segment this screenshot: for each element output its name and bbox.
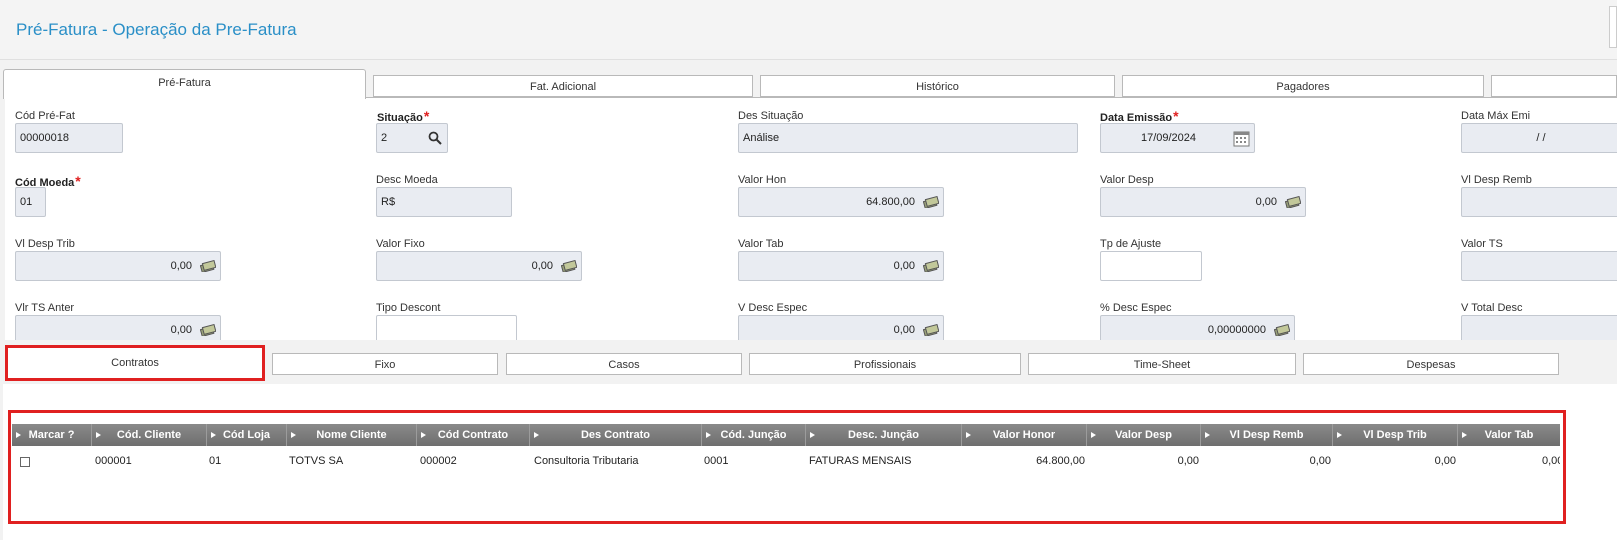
label-cod-prefat: Cód Pré-Fat [15,110,75,122]
v-desc-espec-field[interactable]: 0,00 [738,315,944,340]
valor-tab-field[interactable]: 0,00 [738,251,944,281]
label-vl-desp-remb: Vl Desp Remb [1461,174,1532,186]
situacao-field[interactable]: 2 [376,123,448,153]
tab-more[interactable] [1491,75,1617,97]
label-tp-ajuste: Tp de Ajuste [1100,238,1162,250]
valor-desp-value: 0,00 [1255,196,1277,208]
label-data-max-emi: Data Máx Emi [1461,110,1531,122]
label-situacao: Situação* [377,108,429,124]
vlr-ts-anter-field[interactable]: 0,00 [15,315,221,340]
vl-desp-remb-field[interactable] [1461,187,1617,217]
tab-time-sheet[interactable]: Time-Sheet [1028,353,1296,375]
required-marker: * [75,173,81,189]
tab-fixo[interactable]: Fixo [272,353,498,375]
tab-pagadores[interactable]: Pagadores [1122,75,1484,97]
valor-hon-value: 64.800,00 [866,196,915,208]
tab-historico[interactable]: Histórico [760,75,1115,97]
required-marker: * [1173,108,1179,124]
pct-desc-espec-value: 0,00000000 [1207,324,1266,336]
tab-casos[interactable]: Casos [506,353,742,375]
tab-despesas[interactable]: Despesas [1303,353,1559,375]
money-icon [200,260,216,272]
cod-prefat-field[interactable]: 00000018 [15,123,123,153]
tp-ajuste-field[interactable] [1100,251,1202,281]
label-valor-hon: Valor Hon [738,174,787,186]
money-icon [923,260,939,272]
tab-contratos[interactable]: Contratos [5,345,265,381]
pct-desc-espec-field[interactable]: 0,00000000 [1100,315,1295,340]
money-icon [1285,196,1301,208]
label-tipo-descont: Tipo Descont [376,302,441,314]
money-icon [923,196,939,208]
money-icon [1274,324,1290,336]
tab-fat-adicional[interactable]: Fat. Adicional [373,75,753,97]
label-valor-tab: Valor Tab [738,238,784,250]
data-max-emi-field[interactable]: / / [1461,123,1617,153]
des-situacao-field[interactable]: Análise [738,123,1078,153]
v-desc-espec-value: 0,00 [893,324,915,336]
data-emissao-field[interactable]: 17/09/2024 [1100,123,1255,153]
desc-moeda-field[interactable]: R$ [376,187,512,217]
grid-highlight-box [8,410,1566,524]
valor-fixo-value: 0,00 [531,260,553,272]
label-data-emissao: Data Emissão* [1100,108,1179,124]
form-panel: Cód Pré-Fat 00000018 Situação* 2 Des Sit… [5,97,1617,340]
valor-tab-value: 0,00 [893,260,915,272]
label-v-desc-espec: V Desc Espec [738,302,808,314]
v-total-desc-field[interactable] [1461,315,1617,340]
label-valor-fixo: Valor Fixo [376,238,425,250]
header-scrollbar[interactable] [1609,6,1617,48]
required-marker: * [423,108,430,124]
money-icon [561,260,577,272]
cod-moeda-field[interactable]: 01 [15,187,46,217]
calendar-icon[interactable] [1233,130,1250,147]
valor-fixo-field[interactable]: 0,00 [376,251,582,281]
valor-ts-field[interactable] [1461,251,1617,281]
app-window: Pré-Fatura - Operação da Pre-Fatura Pré-… [0,0,1617,540]
money-icon [923,324,939,336]
search-icon[interactable] [428,131,442,145]
label-des-situacao: Des Situação [738,110,804,122]
label-v-total-desc: V Total Desc [1461,302,1523,314]
tab-profissionais[interactable]: Profissionais [749,353,1021,375]
vlr-ts-anter-value: 0,00 [170,324,192,336]
money-icon [200,324,216,336]
label-desc-moeda: Desc Moeda [376,174,438,186]
page-header: Pré-Fatura - Operação da Pre-Fatura [0,0,1617,60]
data-emissao-value: 17/09/2024 [1140,132,1197,144]
tab-pre-fatura[interactable]: Pré-Fatura [3,69,366,99]
vl-desp-trib-value: 0,00 [170,260,192,272]
valor-hon-field[interactable]: 64.800,00 [738,187,944,217]
label-pct-desc-espec: % Desc Espec [1100,302,1172,314]
label-vlr-ts-anter: Vlr TS Anter [15,302,75,314]
label-vl-desp-trib: Vl Desp Trib [15,238,75,250]
page-title: Pré-Fatura - Operação da Pre-Fatura [16,20,297,39]
situacao-value: 2 [381,132,388,144]
label-valor-ts: Valor TS [1461,238,1503,250]
vl-desp-trib-field[interactable]: 0,00 [15,251,221,281]
label-valor-desp: Valor Desp [1100,174,1154,186]
tipo-descont-field[interactable] [376,315,517,340]
valor-desp-field[interactable]: 0,00 [1100,187,1306,217]
